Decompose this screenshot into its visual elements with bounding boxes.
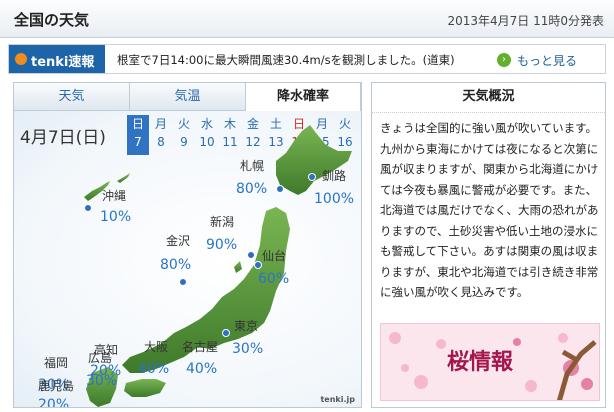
pct-sendai: 60% [258,271,290,287]
overview-text: きょうは全国的に強い風が吹いています。九州から東海にかけては夜になると次第に風が… [380,121,599,299]
page-header: 全国の天気 2013年4月7日 11時0分発表 [0,0,614,38]
pct-tokyo: 30% [232,341,264,357]
shikoku [124,379,166,397]
more-link[interactable]: もっと見る [517,52,577,69]
overview-title: 天気概況 [372,83,605,113]
pct-kushiro: 100% [314,191,355,207]
city-dot-kushiro[interactable] [308,173,316,181]
city-dot-niigata[interactable] [247,251,255,259]
city-kochi[interactable]: 高知 [94,341,118,358]
map-panel: 天気 気温 降水確率 4月7日(日) 日7 月8 火9 水 10 木 11 金 12 [13,82,362,408]
city-fukuoka[interactable]: 福岡 [44,354,68,371]
city-tokyo[interactable]: 東京 [234,317,258,334]
city-osaka[interactable]: 大阪 [144,338,168,355]
pct-kochi: 20% [90,363,122,379]
pct-sapporo: 80% [236,181,268,197]
arrow-right-icon[interactable]: › [497,53,511,67]
hokkaido [276,125,352,195]
news-text-link[interactable]: 根室で7日14:00に最大瞬間風速30.4m/sを観測しました。(道東) [117,52,455,68]
city-dot-kanazawa[interactable] [179,278,187,286]
city-kagoshima[interactable]: 鹿児島 [38,377,74,394]
city-kushiro[interactable]: 釧路 [322,167,346,184]
badge-dot-icon [15,53,27,65]
city-dot-sendai[interactable] [254,261,262,269]
issued-time: 2013年4月7日 11時0分発表 [447,14,604,28]
city-niigata[interactable]: 新潟 [210,213,234,230]
city-sendai[interactable]: 仙台 [262,247,286,264]
city-dot-fukuoka[interactable] [54,407,62,408]
pct-okinawa: 10% [100,209,132,225]
tab-precipitation[interactable]: 降水確率 [246,83,361,111]
sakura-banner[interactable]: 桜情報 [380,323,600,401]
page-title: 全国の天気 [14,11,90,29]
tab-weather[interactable]: 天気 [14,83,130,111]
city-dot-okinawa[interactable] [84,204,92,212]
weather-overview-panel: 天気概況 きょうは全国的に強い風が吹いています。九州から東海にかけては夜になると… [371,82,606,408]
pct-niigata: 90% [206,237,238,253]
tab-temperature[interactable]: 気温 [130,83,246,111]
pct-nagoya: 40% [186,361,218,377]
city-dot-sapporo[interactable] [276,185,284,193]
map-tabs: 天気 気温 降水確率 [14,83,361,111]
pct-kagoshima: 20% [38,397,70,408]
tenki-news-badge: tenki速報 [9,45,105,73]
pct-osaka: 40% [138,361,170,377]
breaking-news-bar: tenki速報 根室で7日14:00に最大瞬間風速30.4m/sを観測しました。… [8,44,606,74]
pct-kanazawa: 80% [160,257,192,273]
sakura-banner-label: 桜情報 [447,349,514,375]
city-nagoya[interactable]: 名古屋 [182,338,218,355]
tenki-logo[interactable]: tenki.jp [320,395,355,404]
city-sapporo[interactable]: 札幌 [240,157,264,174]
city-dot-tokyo[interactable] [222,329,230,337]
city-okinawa[interactable]: 沖縄 [102,187,126,204]
japan-map: 4月7日(日) 日7 月8 火9 水 10 木 11 金 12 土 13 日 月… [14,111,361,407]
badge-label: tenki速報 [31,55,95,70]
city-kanazawa[interactable]: 金沢 [166,232,190,249]
